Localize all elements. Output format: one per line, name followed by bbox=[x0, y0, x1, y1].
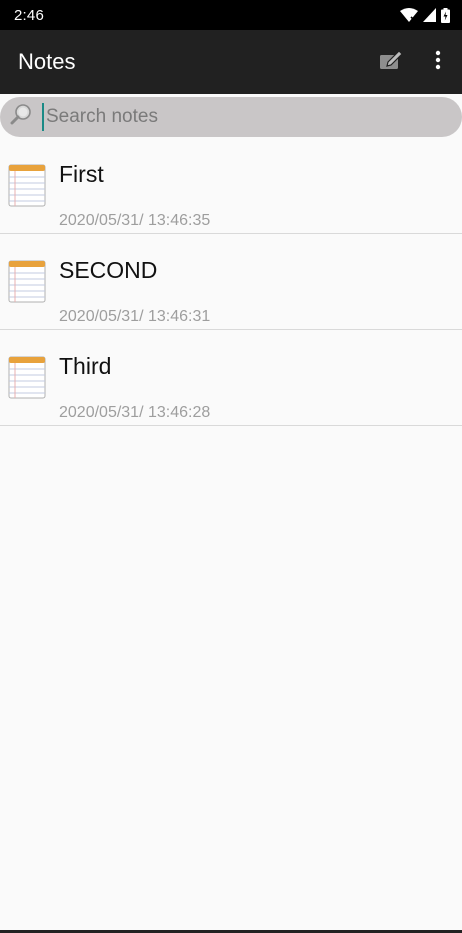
status-bar: 2:46 bbox=[0, 0, 462, 30]
search-input[interactable] bbox=[42, 103, 462, 131]
app-bar: Notes bbox=[0, 30, 462, 94]
notepad-icon bbox=[8, 163, 46, 207]
search-bar[interactable] bbox=[0, 97, 462, 137]
new-note-button[interactable] bbox=[368, 38, 416, 86]
note-date: 2020/05/31/ 13:46:28 bbox=[59, 404, 211, 421]
more-vert-icon bbox=[435, 50, 441, 75]
search-icon bbox=[10, 103, 34, 132]
note-date: 2020/05/31/ 13:46:35 bbox=[59, 212, 211, 229]
list-item[interactable]: First 2020/05/31/ 13:46:35 bbox=[0, 138, 462, 234]
more-options-button[interactable] bbox=[416, 38, 460, 86]
status-time: 2:46 bbox=[14, 6, 44, 24]
notepad-icon bbox=[8, 355, 46, 399]
signal-icon bbox=[423, 8, 436, 22]
list-item[interactable]: Third 2020/05/31/ 13:46:28 bbox=[0, 330, 462, 426]
list-item[interactable]: SECOND 2020/05/31/ 13:46:31 bbox=[0, 234, 462, 330]
note-title: First bbox=[59, 161, 104, 187]
battery-icon bbox=[441, 7, 450, 23]
notepad-icon bbox=[8, 259, 46, 303]
note-title: Third bbox=[59, 353, 112, 379]
status-icons bbox=[400, 7, 450, 23]
notes-list: First 2020/05/31/ 13:46:35 SECOND 2020/0… bbox=[0, 138, 462, 426]
note-date: 2020/05/31/ 13:46:31 bbox=[59, 308, 211, 325]
note-title: SECOND bbox=[59, 257, 158, 283]
app-title: Notes bbox=[18, 49, 76, 74]
wifi-icon bbox=[400, 8, 418, 22]
new-note-icon bbox=[380, 49, 404, 76]
